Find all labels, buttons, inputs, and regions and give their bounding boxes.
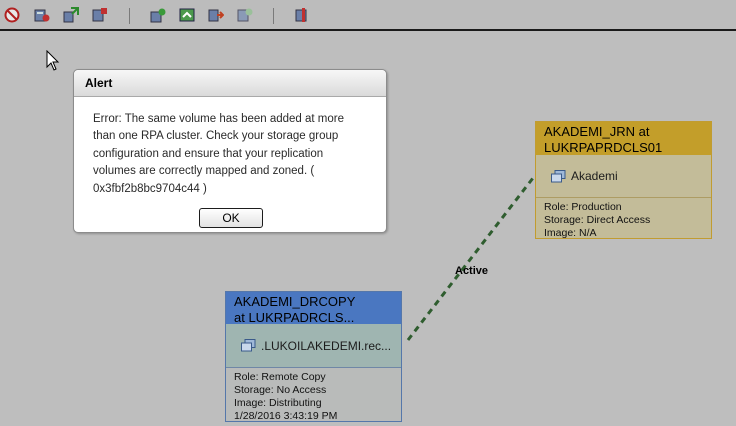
remote-copy-node[interactable]: AKADEMI_DRCOPY at LUKRPADRCLS... .LUKOIL…	[225, 291, 402, 422]
volume-icon	[241, 339, 256, 352]
production-image: Image: N/A	[544, 227, 597, 239]
remote-image: Image: Distributing	[234, 397, 322, 409]
production-role: Role: Production	[544, 201, 622, 213]
production-copy-title-line2: LUKRPAPRDCLS01	[544, 140, 663, 155]
production-volume[interactable]: Akademi	[536, 155, 711, 198]
production-volume-label: Akademi	[571, 169, 618, 183]
ok-button[interactable]: OK	[199, 208, 263, 228]
production-copy-node[interactable]: AKADEMI_JRN at LUKRPAPRDCLS01 Akademi Ro…	[535, 121, 712, 239]
alert-message-line: Error: The same volume has been added at…	[93, 113, 345, 125]
volume-icon	[551, 169, 566, 182]
alert-message-line: volumes are correctly mapped and zoned. …	[93, 165, 315, 178]
alert-title: Alert	[74, 70, 386, 97]
production-copy-title: AKADEMI_JRN at LUKRPAPRDCLS01	[536, 122, 711, 155]
production-storage: Storage: Direct Access	[544, 214, 651, 226]
production-copy-info: Role: Production Storage: Direct Access …	[536, 198, 711, 243]
remote-volume[interactable]: .LUKOILAKEDEMI.rec...	[226, 324, 401, 368]
remote-copy-title: AKADEMI_DRCOPY at LUKRPADRCLS...	[226, 292, 401, 325]
remote-copy-title-line1: AKADEMI_DRCOPY	[234, 294, 356, 309]
alert-dialog: Alert Error: The same volume has been ad…	[73, 69, 387, 233]
remote-copy-info: Role: Remote Copy Storage: No Access Ima…	[226, 368, 401, 426]
alert-message-line: than one RPA cluster. Check your storage…	[93, 130, 339, 143]
alert-message: Error: The same volume has been added at…	[93, 111, 378, 198]
production-copy-title-line1: AKADEMI_JRN at	[544, 124, 650, 139]
remote-timestamp: 1/28/2016 3:43:19 PM	[234, 410, 338, 422]
link-status-label: Active	[455, 265, 489, 277]
alert-message-line: configuration and ensure that your repli…	[93, 147, 324, 160]
alert-message-line: 0x3fbf2b8bc9704c44 )	[93, 182, 207, 195]
remote-role: Role: Remote Copy	[234, 371, 326, 383]
remote-storage: Storage: No Access	[234, 384, 327, 396]
remote-volume-label: .LUKOILAKEDEMI.rec...	[261, 338, 392, 353]
